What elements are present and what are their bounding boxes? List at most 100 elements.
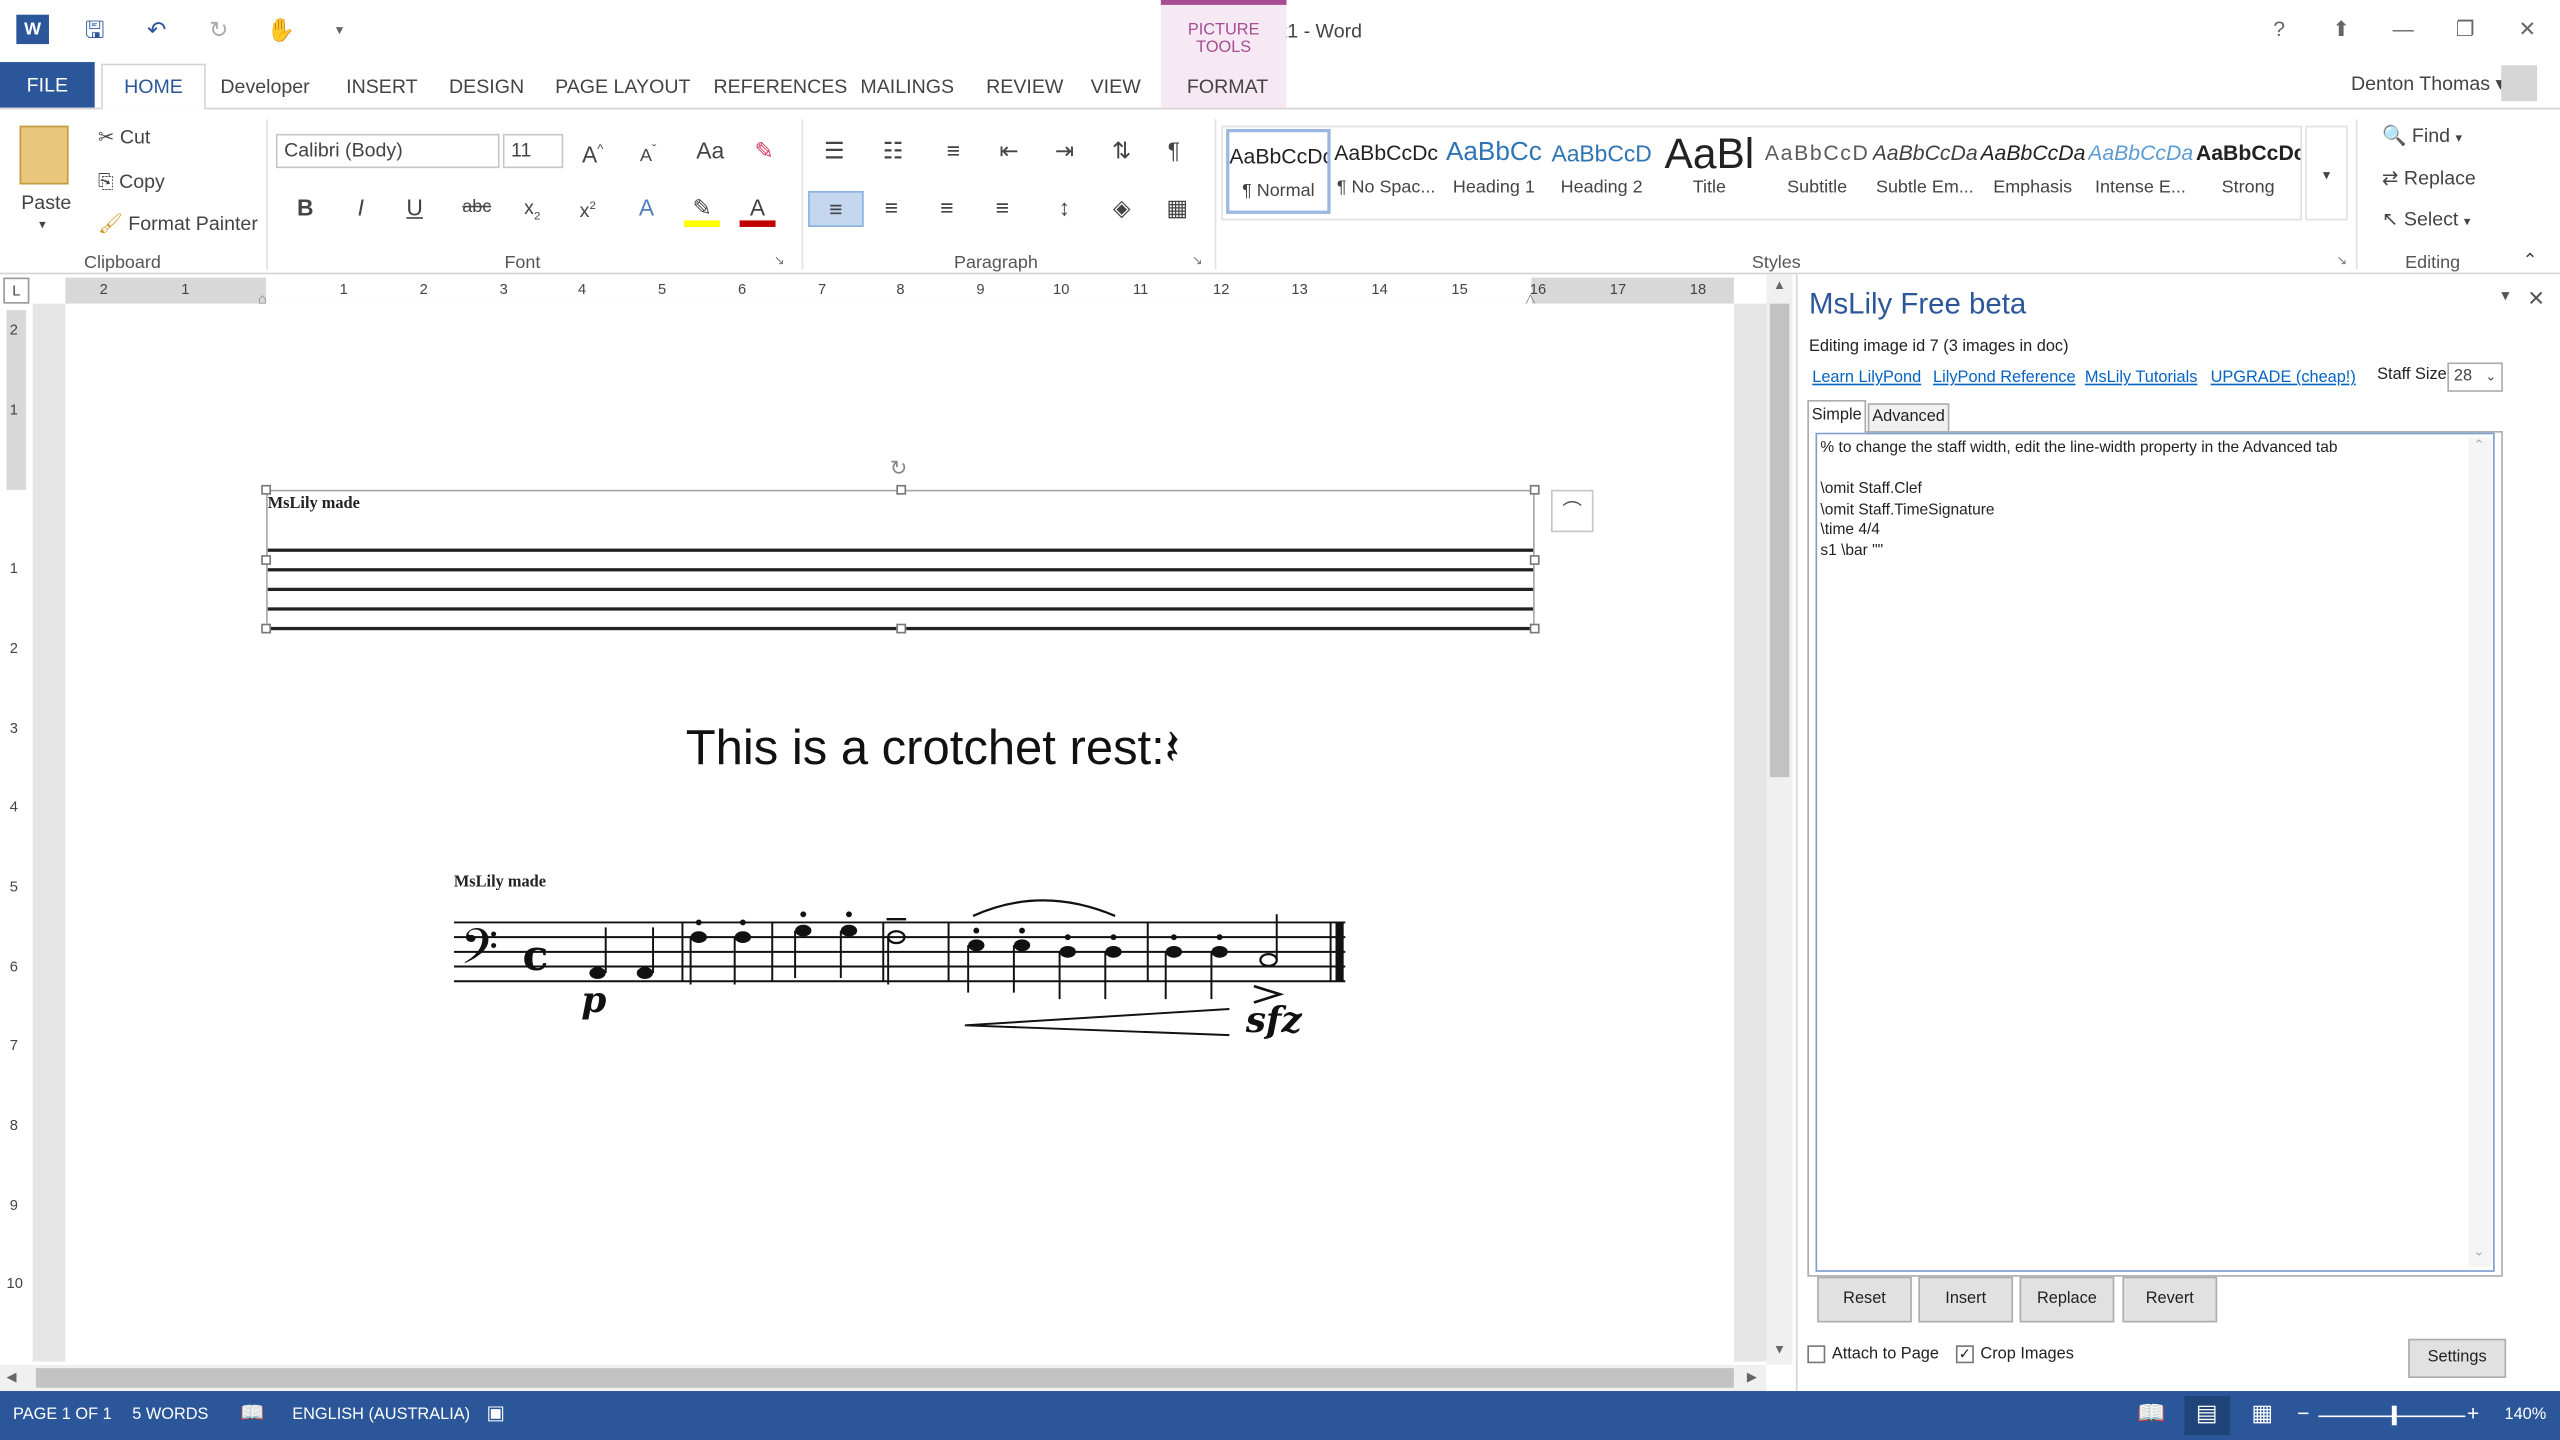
style-heading-1[interactable]: AaBbCc Heading 1 (1442, 129, 1546, 214)
paste-button[interactable]: Paste (21, 191, 71, 214)
tab-developer[interactable]: Developer (207, 72, 322, 108)
resize-handle[interactable] (1529, 555, 1540, 565)
resize-handle[interactable] (896, 484, 907, 495)
align-center-icon[interactable]: ≡ (873, 191, 909, 227)
scroll-up-icon[interactable]: ▲ (1773, 278, 1786, 293)
subscript-icon[interactable]: x2 (514, 191, 550, 227)
tab-references[interactable]: REFERENCES (700, 72, 860, 108)
bold-icon[interactable]: B (287, 191, 323, 227)
tab-page-layout[interactable]: PAGE LAYOUT (542, 72, 704, 108)
line-spacing-icon[interactable]: ↕ (1047, 191, 1083, 227)
numbering-icon[interactable]: ☷ (875, 134, 911, 170)
bullets-icon[interactable]: ☰ (816, 134, 852, 170)
zoom-in-icon[interactable]: + (2467, 1401, 2479, 1425)
replace-button[interactable]: ⇄ Replace (2382, 167, 2476, 190)
scroll-up-icon[interactable]: ⌃ (2473, 438, 2484, 453)
learn-lilypond-link[interactable]: Learn LilyPond (1812, 369, 1921, 387)
italic-icon[interactable]: I (343, 191, 379, 227)
styles-dialog-launcher-icon[interactable]: ↘ (2336, 253, 2347, 268)
resize-handle[interactable] (261, 555, 272, 565)
macro-recording-icon[interactable]: ▣ (487, 1401, 506, 1424)
layout-options-icon[interactable]: ⌒ (1551, 489, 1594, 533)
decrease-indent-icon[interactable]: ⇤ (991, 134, 1027, 170)
show-marks-icon[interactable]: ¶ (1156, 134, 1192, 170)
tab-home[interactable]: HOME (101, 63, 206, 110)
collapse-ribbon-icon[interactable]: ⌃ (2522, 250, 2537, 271)
settings-button[interactable]: Settings (2408, 1338, 2507, 1378)
zoom-out-icon[interactable]: − (2297, 1401, 2309, 1425)
editor-scrollbar[interactable]: ⌃ ⌄ (2468, 437, 2492, 1267)
paste-dropdown-icon[interactable]: ▾ (39, 217, 46, 232)
help-icon[interactable]: ? (2260, 15, 2299, 44)
find-button[interactable]: 🔍 Find ▾ (2382, 124, 2462, 147)
tab-file[interactable]: FILE (0, 62, 95, 108)
tab-view[interactable]: VIEW (1078, 72, 1154, 108)
scroll-thumb[interactable] (1769, 303, 1790, 778)
tab-design[interactable]: DESIGN (436, 72, 537, 108)
style-title[interactable]: AaBl Title (1657, 129, 1761, 214)
revert-button[interactable]: Revert (2122, 1276, 2218, 1323)
scroll-right-icon[interactable]: ▶ (1747, 1370, 1757, 1385)
scroll-thumb[interactable] (35, 1368, 1734, 1388)
style-normal[interactable]: AaBbCcDc ¶ Normal (1226, 128, 1331, 214)
minimize-icon[interactable]: — (2384, 15, 2423, 44)
resize-handle[interactable] (261, 484, 272, 495)
highlight-icon[interactable]: ✎ (684, 191, 720, 227)
crotchet-text[interactable]: This is a crotchet rest:𝄽 (686, 720, 1180, 777)
staff-size-select[interactable]: 28 ⌄ (2447, 362, 2503, 392)
horizontal-scrollbar[interactable]: ◀ ▶ (0, 1364, 1767, 1392)
web-layout-icon[interactable]: ▦ (2251, 1399, 2273, 1427)
shading-icon[interactable]: ◈ (1104, 191, 1140, 227)
user-name[interactable]: Denton Thomas ▾ (2351, 72, 2505, 95)
grow-font-icon[interactable]: A^ (575, 134, 611, 170)
replace-image-button[interactable]: Replace (2019, 1276, 2115, 1323)
resize-handle[interactable] (896, 623, 907, 634)
format-painter-button[interactable]: 🖌 Format Painter (98, 212, 258, 235)
font-color-icon[interactable]: A (739, 191, 776, 227)
close-pane-icon[interactable]: ✕ (2527, 286, 2545, 312)
staff-image-selected[interactable]: MsLily made ↻ (261, 456, 1540, 634)
strikethrough-icon[interactable]: abc (459, 191, 495, 227)
change-case-icon[interactable]: Aa (689, 134, 731, 170)
style-subtle-emphasis[interactable]: AaBbCcDa Subtle Em... (1873, 129, 1977, 214)
scroll-left-icon[interactable]: ◀ (7, 1370, 17, 1385)
zoom-slider-thumb[interactable] (2391, 1405, 2397, 1426)
restore-icon[interactable]: ❐ (2446, 15, 2485, 44)
sort-icon[interactable]: ⇅ (1104, 134, 1140, 170)
language[interactable]: ENGLISH (AUSTRALIA) (292, 1406, 470, 1424)
zoom-level[interactable]: 140% (2504, 1406, 2546, 1424)
tab-review[interactable]: REVIEW (973, 72, 1076, 108)
paste-icon[interactable] (19, 125, 69, 185)
pane-options-icon[interactable]: ▾ (2501, 287, 2509, 305)
borders-icon[interactable]: ▦ (1159, 191, 1195, 227)
style-heading-2[interactable]: AaBbCcD Heading 2 (1549, 129, 1653, 214)
multilevel-list-icon[interactable]: ≡ (936, 134, 972, 170)
music-score-image[interactable]: MsLily made 𝄢 c p sfz (453, 869, 1352, 1065)
read-mode-icon[interactable]: 📖 (2137, 1399, 2165, 1427)
resize-handle[interactable] (1529, 623, 1540, 634)
crop-images-checkbox[interactable]: ✓ (1955, 1345, 1974, 1364)
page-count[interactable]: PAGE 1 OF 1 (13, 1406, 112, 1424)
mslily-tutorials-link[interactable]: MsLily Tutorials (2085, 369, 2197, 387)
resize-handle[interactable] (261, 623, 272, 634)
shrink-font-icon[interactable]: Aˇ (630, 134, 666, 170)
lilypond-code-editor[interactable]: % to change the staff width, edit the li… (1815, 432, 2495, 1272)
increase-indent-icon[interactable]: ⇥ (1047, 134, 1083, 170)
vertical-scrollbar[interactable]: ▲ ▼ (1766, 274, 1793, 1365)
word-count[interactable]: 5 WORDS (132, 1406, 208, 1424)
scroll-down-icon[interactable]: ⌄ (2473, 1244, 2484, 1259)
rotate-handle-icon[interactable]: ↻ (890, 456, 908, 482)
proofing-icon[interactable]: 📖 (240, 1401, 264, 1424)
font-size-select[interactable]: 11 (502, 133, 564, 169)
insert-button[interactable]: Insert (1918, 1276, 2014, 1323)
style-no-spacing[interactable]: AaBbCcDc ¶ No Spac... (1334, 129, 1438, 214)
tab-selector-icon[interactable]: L (3, 277, 30, 304)
align-right-icon[interactable]: ≡ (929, 191, 965, 227)
style-intense-emphasis[interactable]: AaBbCcDa Intense E... (2088, 129, 2192, 214)
lilypond-reference-link[interactable]: LilyPond Reference (1933, 369, 2075, 387)
superscript-icon[interactable]: x2 (570, 191, 606, 227)
scroll-down-icon[interactable]: ▼ (1773, 1342, 1786, 1357)
style-subtitle[interactable]: AaBbCcD Subtitle (1765, 129, 1869, 214)
tab-mailings[interactable]: MAILINGS (847, 72, 967, 108)
tab-advanced[interactable]: Advanced (1867, 403, 1950, 433)
